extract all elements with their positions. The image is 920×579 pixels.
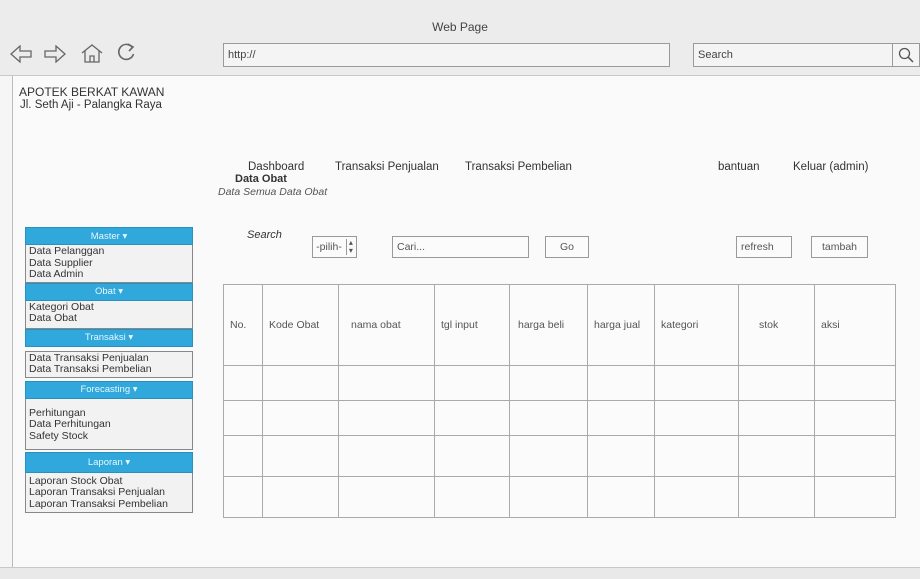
go-button[interactable]: Go: [545, 236, 589, 258]
table-cell: [223, 476, 263, 518]
stepper-arrows-icon[interactable]: ▴ ▾: [345, 239, 353, 255]
table-row: [223, 435, 896, 477]
url-bar[interactable]: http://: [223, 43, 670, 67]
column-header-harga-beli: harga beli: [509, 284, 588, 366]
sidebar-section-forecasting-items: Perhitungan Data Perhitungan Safety Stoc…: [25, 398, 193, 450]
table-cell: [434, 400, 510, 436]
table-row: [223, 400, 896, 436]
table-cell: [262, 365, 339, 401]
filter-select[interactable]: -pilih- ▴ ▾: [312, 236, 357, 258]
table-cell: [587, 400, 655, 436]
table-cell: [738, 476, 815, 518]
table-cell: [434, 435, 510, 477]
window-title: Web Page: [432, 20, 488, 34]
sidebar-item-data-perhitungan[interactable]: Data Perhitungan: [29, 418, 189, 431]
column-header-stok: stok: [738, 284, 815, 366]
nav-transaksi-pembelian[interactable]: Transaksi Pembelian: [465, 161, 572, 173]
table-cell: [509, 435, 588, 477]
table-cell: [509, 400, 588, 436]
sidebar-section-forecasting[interactable]: Forecasting ▾: [25, 380, 193, 399]
sidebar-item-data-obat[interactable]: Data Obat: [29, 312, 189, 325]
nav-transaksi-penjualan[interactable]: Transaksi Penjualan: [335, 161, 439, 173]
sidebar-section-transaksi-items: Data Transaksi Penjualan Data Transaksi …: [25, 350, 193, 378]
forward-arrow-icon[interactable]: [42, 41, 68, 67]
nav-dashboard[interactable]: Dashboard: [248, 161, 304, 173]
filter-select-value: -pilih-: [316, 241, 342, 253]
table-cell: [434, 365, 510, 401]
table-row: [223, 365, 896, 401]
back-arrow-icon[interactable]: [8, 41, 34, 67]
table-cell: [654, 435, 739, 477]
sidebar-section-master[interactable]: Master ▾: [25, 227, 193, 245]
nav-bantuan[interactable]: bantuan: [718, 161, 760, 173]
column-header-harga-jual: harga jual: [587, 284, 655, 366]
column-header-aksi: aksi: [814, 284, 896, 366]
table-cell: [338, 476, 435, 518]
table-cell: [738, 400, 815, 436]
table-cell: [814, 476, 896, 518]
search-label: Search: [247, 229, 282, 241]
search-input[interactable]: Cari...: [392, 236, 529, 258]
table-cell: [587, 365, 655, 401]
table-cell: [509, 476, 588, 518]
table-cell: [262, 435, 339, 477]
table-cell: [654, 400, 739, 436]
sidebar-item-laporan-transaksi-penjualan[interactable]: Laporan Transaksi Penjualan: [29, 486, 189, 499]
sidebar-item-data-transaksi-pembelian[interactable]: Data Transaksi Pembelian: [29, 363, 189, 376]
data-obat-table: No. Kode Obat nama obat tgl input harga …: [223, 284, 896, 518]
browser-search-input[interactable]: Search: [693, 43, 893, 67]
brand-address: Jl. Seth Aji - Palangka Raya: [20, 99, 162, 111]
table-cell: [654, 476, 739, 518]
refresh-icon[interactable]: [113, 39, 139, 65]
table-row: [223, 476, 896, 518]
nav-logout[interactable]: Keluar (admin): [793, 161, 868, 173]
table-cell: [223, 435, 263, 477]
sidebar-section-obat-items: Kategori Obat Data Obat: [25, 300, 193, 329]
table-cell: [223, 400, 263, 436]
page-subtitle: Data Semua Data Obat: [218, 186, 328, 198]
sidebar-item-safety-stock[interactable]: Safety Stock: [29, 430, 189, 443]
table-cell: [587, 435, 655, 477]
sidebar-menu: Master ▾ Data Pelanggan Data Supplier Da…: [25, 227, 193, 513]
sidebar-section-obat[interactable]: Obat ▾: [25, 282, 193, 301]
column-header-nama-obat: nama obat: [338, 284, 435, 366]
sidebar-section-laporan-items: Laporan Stock Obat Laporan Transaksi Pen…: [25, 472, 193, 513]
sidebar-section-laporan[interactable]: Laporan ▾: [25, 451, 193, 473]
table-header-row: No. Kode Obat nama obat tgl input harga …: [223, 284, 896, 366]
table-cell: [738, 365, 815, 401]
add-button[interactable]: tambah: [811, 236, 868, 258]
sidebar-section-transaksi[interactable]: Transaksi ▾: [25, 328, 193, 347]
status-bar: [0, 567, 920, 579]
search-icon[interactable]: [893, 43, 920, 67]
sidebar-item-data-pelanggan[interactable]: Data Pelanggan: [29, 245, 189, 258]
table-cell: [814, 435, 896, 477]
table-cell: [738, 435, 815, 477]
table-cell: [338, 435, 435, 477]
sidebar-item-laporan-transaksi-pembelian[interactable]: Laporan Transaksi Pembelian: [29, 498, 189, 511]
brand-name: APOTEK BERKAT KAWAN: [19, 85, 165, 99]
table-cell: [262, 476, 339, 518]
table-cell: [338, 400, 435, 436]
table-cell: [509, 365, 588, 401]
table-cell: [338, 365, 435, 401]
sidebar-section-master-items: Data Pelanggan Data Supplier Data Admin: [25, 245, 193, 283]
column-header-kode-obat: Kode Obat: [262, 284, 339, 366]
table-cell: [587, 476, 655, 518]
home-icon[interactable]: [79, 40, 105, 66]
table-cell: [223, 365, 263, 401]
refresh-button[interactable]: refresh: [736, 236, 792, 258]
column-header-no: No.: [223, 284, 263, 366]
table-cell: [654, 365, 739, 401]
table-cell: [814, 365, 896, 401]
table-cell: [262, 400, 339, 436]
column-header-tgl-input: tgl input: [434, 284, 510, 366]
table-cell: [434, 476, 510, 518]
page-title: Data Obat: [235, 173, 287, 185]
sidebar-item-data-admin[interactable]: Data Admin: [29, 268, 189, 281]
table-cell: [814, 400, 896, 436]
column-header-kategori: kategori: [654, 284, 739, 366]
